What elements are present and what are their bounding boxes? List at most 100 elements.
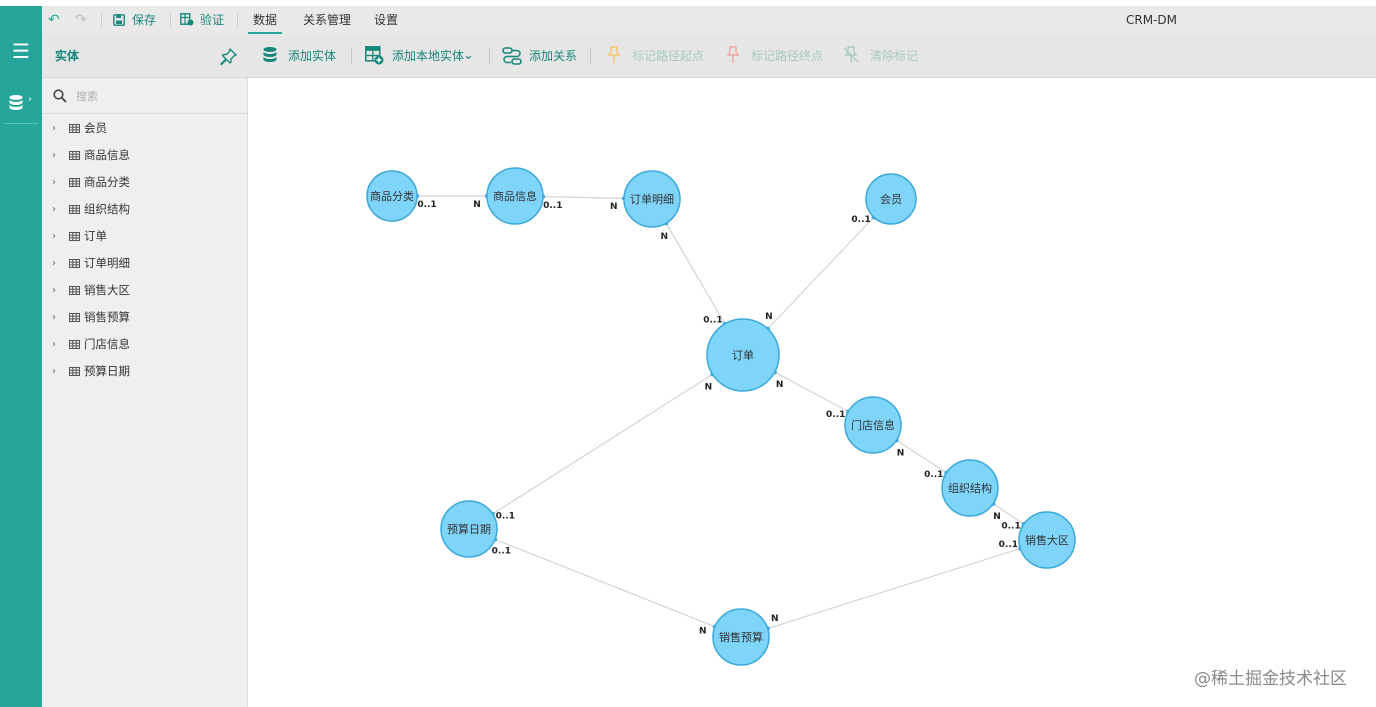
table-icon	[69, 259, 80, 268]
entity-tree-item[interactable]: › 销售大区	[42, 277, 248, 304]
entity-node[interactable]: 组织结构	[941, 459, 999, 517]
cardinality-label: 0..1	[851, 215, 870, 225]
cardinality-label: N	[660, 232, 668, 242]
table-icon	[69, 178, 80, 187]
rail-divider	[4, 123, 38, 124]
entity-tree-item[interactable]: › 门店信息	[42, 331, 248, 358]
table-icon	[69, 367, 80, 376]
cardinality-label: 0..1	[826, 410, 845, 420]
save-label: 保存	[132, 13, 157, 27]
chevron-right-icon: ›	[52, 231, 56, 242]
entity-tree-item[interactable]: › 组织结构	[42, 196, 248, 223]
entity-node[interactable]: 销售大区	[1018, 511, 1076, 569]
chevron-right-icon: ›	[52, 177, 56, 188]
add-local-entity-label: 添加本地实体	[392, 49, 465, 63]
entity-node[interactable]: 门店信息	[844, 396, 902, 454]
table-icon	[69, 205, 80, 214]
add-local-entity-button[interactable]: 添加本地实体 ⌄	[365, 34, 477, 78]
entity-tree-item[interactable]: › 销售预算	[42, 304, 248, 331]
cardinality-label: 0..1	[543, 201, 562, 211]
hamburger-menu-icon[interactable]: ☰	[0, 36, 42, 66]
entity-node[interactable]: 商品信息	[486, 167, 544, 225]
add-relation-button[interactable]: 添加关系	[502, 34, 577, 78]
chevron-right-icon: ›	[52, 204, 56, 215]
entity-tree-label: 商品分类	[84, 175, 130, 189]
pin-icon	[608, 46, 620, 63]
tab-data[interactable]: 数据	[248, 6, 282, 34]
entity-tree-item[interactable]: › 订单明细	[42, 250, 248, 277]
tab-settings[interactable]: 设置	[374, 6, 398, 34]
entity-tree-label: 销售大区	[84, 283, 130, 297]
entity-tree-item[interactable]: › 商品分类	[42, 169, 248, 196]
relation-edge[interactable]	[494, 538, 716, 628]
menubar-divider	[101, 14, 102, 27]
entity-node[interactable]: 订单明细	[623, 170, 681, 228]
entity-node-label: 会员	[880, 193, 902, 206]
relation-edge[interactable]	[492, 373, 713, 515]
mark-path-end-button[interactable]: 标记路径终点	[727, 34, 823, 78]
clear-marks-button[interactable]: 清除标记	[842, 34, 919, 78]
add-relation-label: 添加关系	[529, 49, 578, 63]
mark-path-start-button[interactable]: 标记路径起点	[608, 34, 704, 78]
entity-tree-label: 会员	[84, 121, 107, 135]
entity-tree-item[interactable]: › 订单	[42, 223, 248, 250]
entity-node-label: 门店信息	[851, 418, 895, 432]
cardinality-label: 0..1	[492, 546, 511, 556]
toolbar-divider	[351, 48, 352, 64]
table-icon	[69, 124, 80, 133]
table-icon	[69, 286, 80, 295]
add-entity-button[interactable]: 添加实体	[262, 34, 336, 78]
entity-tree-label: 商品信息	[84, 148, 130, 162]
relation-edge[interactable]	[542, 196, 625, 199]
entity-tree-label: 订单	[84, 229, 107, 243]
pin-icon	[727, 46, 739, 63]
pin-panel-icon[interactable]	[220, 47, 238, 65]
cardinality-label: 0..1	[496, 511, 515, 521]
tab-relation-management[interactable]: 关系管理	[303, 6, 351, 34]
cardinality-label: 0..1	[417, 200, 436, 210]
database-icon	[263, 47, 277, 62]
chevron-right-icon: ›	[52, 123, 56, 134]
entity-tree-label: 预算日期	[84, 364, 130, 378]
left-rail: ☰ ›	[0, 6, 42, 707]
search-input[interactable]	[76, 87, 236, 105]
menubar: ↶ ↷ 保存 验证 数据 关系管理 设置 CRM-DM	[42, 6, 1376, 34]
mark-path-start-label: 标记路径起点	[632, 49, 705, 63]
node-layer: 商品分类 商品信息 订单明细 会员订单门店信息组织结构销售大区 预算日期销售预算	[366, 167, 1076, 666]
table-icon	[69, 313, 80, 322]
entity-node-label: 商品分类	[370, 189, 414, 203]
menubar-divider	[170, 14, 171, 27]
entity-tree-item[interactable]: › 会员	[42, 115, 248, 142]
relation-edge[interactable]	[767, 216, 875, 330]
entity-node[interactable]: 销售预算	[712, 608, 770, 666]
search-icon	[53, 89, 67, 103]
app-window: ☰ › ↶ ↷ 保存 验证 数据 关系管理 设置 CRM-DM 添加实体 添加本…	[0, 0, 1376, 707]
entity-node[interactable]: 预算日期	[440, 500, 498, 558]
undo-icon[interactable]: ↶	[48, 6, 60, 34]
entity-tree-label: 订单明细	[84, 256, 130, 270]
cardinality-label: 0..1	[924, 470, 943, 480]
chevron-right-icon: ›	[52, 366, 56, 377]
cardinality-label: N	[765, 312, 773, 322]
add-entity-label: 添加实体	[288, 49, 337, 63]
cardinality-label: N	[705, 382, 713, 392]
entity-node[interactable]: 商品分类	[366, 170, 418, 222]
relation-edge[interactable]	[665, 222, 726, 325]
watermark: @稀土掘金技术社区	[1194, 669, 1347, 689]
database-nav-button[interactable]: ›	[0, 88, 42, 118]
table-add-icon	[365, 46, 384, 65]
relation-edge[interactable]	[774, 371, 849, 413]
entity-tree-item[interactable]: › 预算日期	[42, 358, 248, 385]
entity-search	[42, 78, 248, 114]
redo-icon[interactable]: ↷	[75, 6, 87, 34]
chevron-right-icon: ›	[52, 258, 56, 269]
entity-node[interactable]: 订单	[706, 318, 780, 392]
clear-marks-label: 清除标记	[870, 49, 919, 63]
cardinality-label: N	[897, 448, 905, 458]
entity-node[interactable]: 会员	[865, 173, 917, 225]
diagram-canvas[interactable]: 0..1 N 0..1 N N 0..1 0..1 N N 0..1 N 0..1 N 0..1 0..1 N…	[249, 79, 1376, 707]
relation-edge[interactable]	[767, 547, 1021, 630]
chevron-right-icon: ›	[52, 339, 56, 350]
chevron-right-icon: ›	[52, 150, 56, 161]
entity-tree-item[interactable]: › 商品信息	[42, 142, 248, 169]
